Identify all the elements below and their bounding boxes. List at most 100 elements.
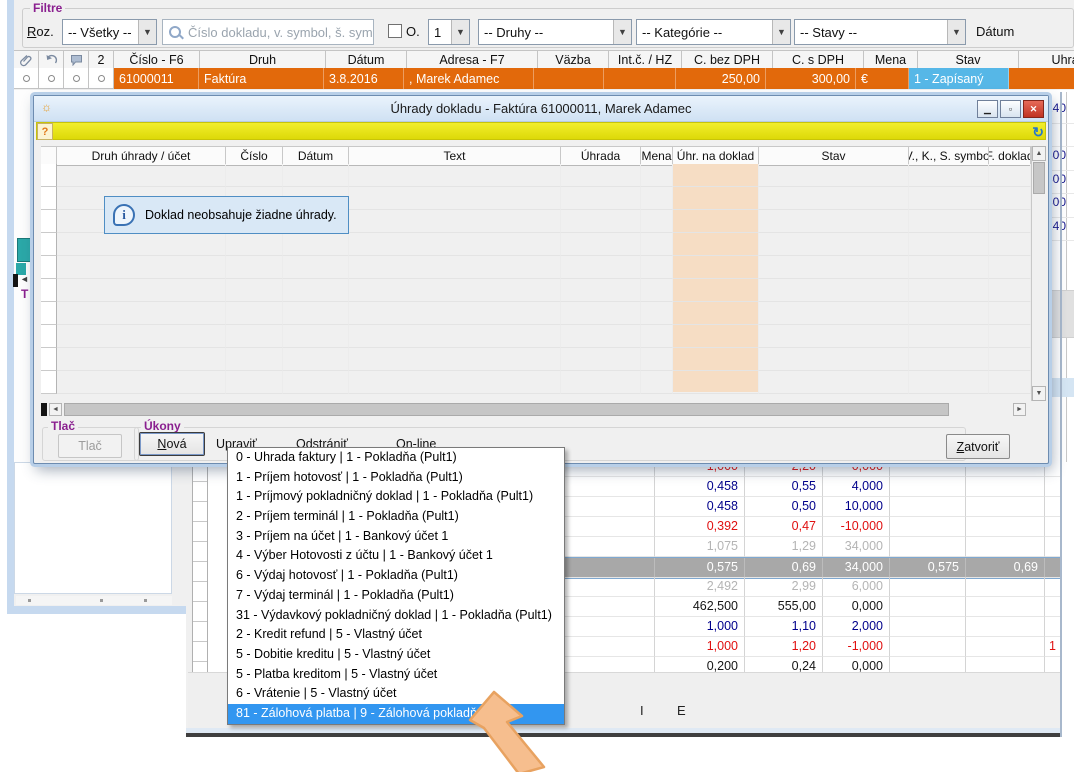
- table-row[interactable]: 462,500555,000,000: [565, 597, 1062, 617]
- empty-cell: [349, 302, 561, 325]
- menu-item[interactable]: 2 - Príjem terminál | 1 - Pokladňa (Pult…: [228, 507, 564, 527]
- payments-column-header[interactable]: Číslo: [226, 147, 283, 165]
- vertical-scrollbar[interactable]: ▲ ▼: [1031, 146, 1046, 401]
- table-row[interactable]: 1,0001,102,000: [565, 617, 1062, 637]
- empty-cell: [641, 210, 673, 233]
- table-row[interactable]: 2,4922,996,000: [565, 577, 1062, 597]
- o-label: O.: [406, 24, 420, 39]
- menu-item[interactable]: 0 - Uhrada faktury | 1 - Pokladňa (Pult1…: [228, 448, 564, 468]
- search-input[interactable]: Číslo dokladu, v. symbol, š. symbol: [162, 19, 374, 45]
- value-cell: [966, 537, 1045, 557]
- empty-cell: [283, 164, 349, 187]
- empty-cell: [759, 348, 909, 371]
- cell-cislo[interactable]: 61000011: [114, 68, 199, 89]
- value-cell: [890, 477, 966, 497]
- column-header[interactable]: Dátum: [326, 51, 407, 69]
- table-row[interactable]: 1,0751,2934,000: [565, 537, 1062, 557]
- column-header[interactable]: Číslo - F6: [114, 51, 200, 69]
- record-dot-icon: [73, 75, 80, 82]
- scroll-right-icon[interactable]: ►: [1013, 403, 1026, 416]
- payments-column-header[interactable]: F. doklad: [989, 147, 1031, 165]
- row-marker-cell[interactable]: [89, 68, 114, 89]
- row-selector-cell: [41, 233, 57, 256]
- row-marker-cell[interactable]: [64, 68, 89, 89]
- ukony-group-label: Úkony: [141, 420, 184, 432]
- new-payment-button[interactable]: Nová: [139, 432, 205, 456]
- chevron-down-icon[interactable]: ▼: [138, 20, 156, 44]
- payments-column-header[interactable]: Druh úhrady / účet: [57, 147, 226, 165]
- empty-cell: [57, 348, 226, 371]
- value-cell: [565, 577, 655, 597]
- column-header[interactable]: Druh: [200, 51, 326, 69]
- refresh-icon[interactable]: ↻: [1032, 125, 1044, 139]
- o-checkbox[interactable]: [388, 24, 402, 38]
- scrollbar-fragment[interactable]: [17, 238, 32, 262]
- payments-column-header[interactable]: Mena: [641, 147, 673, 165]
- minimize-button[interactable]: ▁: [977, 100, 998, 118]
- scroll-left-icon[interactable]: ◄: [49, 403, 62, 416]
- menu-item[interactable]: 5 - Dobitie kreditu | 5 - Vlastný účet: [228, 645, 564, 665]
- menu-item[interactable]: 2 - Kredit refund | 5 - Vlastný účet: [228, 625, 564, 645]
- value-cell: 34,000: [823, 537, 890, 557]
- splitter-handle[interactable]: [41, 403, 47, 416]
- scrollbar-thumb[interactable]: [64, 403, 949, 416]
- menu-item[interactable]: 31 - Výdavkový pokladničný doklad | 1 - …: [228, 606, 564, 626]
- scroll-up-icon[interactable]: ▲: [1032, 146, 1046, 161]
- menu-item[interactable]: 7 - Výdaj terminál | 1 - Pokladňa (Pult1…: [228, 586, 564, 606]
- menu-item[interactable]: 4 - Výber Hotovosti z účtu | 1 - Bankový…: [228, 546, 564, 566]
- menu-item[interactable]: 3 - Príjem na účet | 1 - Bankový účet 1: [228, 527, 564, 547]
- table-row[interactable]: 0,4580,5010,000: [565, 497, 1062, 517]
- value-cell: 1,000: [655, 617, 745, 637]
- list-window-left-border: [7, 0, 14, 614]
- background-window-right-border: [1060, 92, 1062, 737]
- print-button[interactable]: Tlač: [58, 434, 122, 458]
- table-row[interactable]: 0,3920,47-10,000: [565, 517, 1062, 537]
- status-bar-yellow: [36, 122, 1046, 140]
- roz-link[interactable]: Roz.: [27, 24, 54, 39]
- dialog-titlebar[interactable]: ☼ Úhrady dokladu - Faktúra 61000011, Mar…: [34, 96, 1048, 122]
- mini-scrollbar[interactable]: [16, 596, 172, 605]
- empty-cell: [641, 256, 673, 279]
- empty-cell: [349, 187, 561, 210]
- payments-column-header[interactable]: Stav: [759, 147, 909, 165]
- payments-column-header[interactable]: Úhr. na doklad: [673, 147, 759, 165]
- payments-column-header[interactable]: V., K., S. symbol: [909, 147, 989, 165]
- row-marker-cell[interactable]: [14, 68, 39, 89]
- scroll-down-icon[interactable]: ▼: [1032, 386, 1046, 401]
- scrollbar-thumb[interactable]: [1033, 162, 1045, 194]
- cell-adresa[interactable]: , Marek Adamec: [404, 68, 534, 89]
- table-row[interactable]: 1,0001,20-1,0001: [565, 637, 1062, 657]
- column-header[interactable]: Adresa - F7: [407, 51, 538, 69]
- scroll-left-icon[interactable]: ◄: [20, 274, 29, 284]
- cell-datum[interactable]: 3.8.2016: [324, 68, 404, 89]
- menu-item[interactable]: 1 - Príjem hotovosť | 1 - Pokladňa (Pult…: [228, 468, 564, 488]
- close-dialog-button[interactable]: Zatvoriť: [946, 434, 1010, 459]
- menu-item[interactable]: 6 - Výdaj hotovosť | 1 - Pokladňa (Pult1…: [228, 566, 564, 586]
- help-button[interactable]: ?: [37, 123, 53, 140]
- table-row[interactable]: 0,4580,554,000: [565, 477, 1062, 497]
- cell-druh[interactable]: Faktúra: [199, 68, 324, 89]
- menu-item[interactable]: 1 - Príjmový pokladničný doklad | 1 - Po…: [228, 487, 564, 507]
- empty-cell: [909, 233, 989, 256]
- value-cell: [966, 577, 1045, 597]
- payments-column-header[interactable]: Dátum: [283, 147, 349, 165]
- empty-cell: [909, 348, 989, 371]
- payments-column-header[interactable]: Úhrada: [561, 147, 641, 165]
- close-button[interactable]: ✕: [1023, 100, 1044, 118]
- horizontal-scrollbar[interactable]: ◄ ►: [41, 402, 1045, 417]
- empty-cell: [226, 164, 283, 187]
- splitter-handle[interactable]: [13, 274, 18, 287]
- row-marker-cell[interactable]: [39, 68, 64, 89]
- maximize-button[interactable]: ▫: [1000, 100, 1021, 118]
- empty-cell: [673, 187, 759, 210]
- chevron-down-icon[interactable]: ▼: [451, 20, 469, 44]
- empty-cell: [226, 371, 283, 394]
- payments-column-header[interactable]: Text: [349, 147, 561, 165]
- empty-cell: [561, 371, 641, 394]
- table-row[interactable]: 0,5750,6934,0000,5750,69: [565, 557, 1062, 579]
- filter-all-dropdown[interactable]: -- Všetky -- ▼: [62, 19, 157, 45]
- dialog-title: Úhrady dokladu - Faktúra 61000011, Marek…: [34, 101, 1048, 116]
- background-window-bottom-border: [186, 733, 1062, 737]
- count-dropdown[interactable]: 1 ▼: [428, 19, 470, 45]
- column-header[interactable]: 2: [89, 51, 114, 69]
